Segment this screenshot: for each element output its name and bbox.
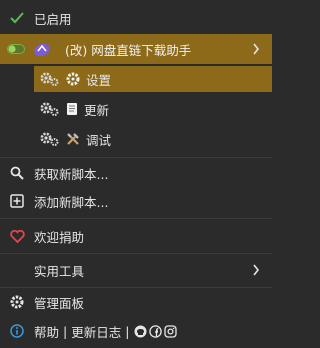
enabled-toggle-row[interactable]: 已启用 [0, 6, 272, 30]
search-icon [9, 166, 25, 180]
script-command-debug[interactable]: 调试 [34, 126, 272, 152]
footer-row: 帮助 | 更新日志 | [0, 319, 272, 343]
debug-label: 调试 [86, 132, 112, 148]
checkmark-icon [9, 12, 25, 24]
enabled-label: 已启用 [34, 11, 72, 27]
toggle-on-icon[interactable] [7, 44, 25, 54]
divider [0, 218, 272, 219]
utilities-label: 实用工具 [34, 263, 85, 279]
donate-item[interactable]: 欢迎捐助 [0, 223, 272, 249]
update-label: 更新 [84, 102, 110, 118]
utilities-item[interactable]: 实用工具 [0, 257, 272, 283]
settings-label: 设置 [86, 72, 112, 88]
facebook-icon[interactable] [148, 324, 162, 338]
instagram-icon[interactable] [163, 324, 177, 338]
add-script-item[interactable]: 添加新脚本... [0, 189, 272, 213]
dashboard-label: 管理面板 [34, 295, 85, 311]
divider [0, 253, 272, 254]
footer-separator: | [63, 323, 68, 339]
info-icon [9, 324, 25, 338]
footer-separator: | [125, 323, 130, 339]
script-icon [33, 41, 51, 57]
chevron-right-icon [252, 43, 260, 55]
dashboard-item[interactable]: 管理面板 [0, 290, 272, 314]
github-icon[interactable] [133, 325, 147, 338]
script-name: (改) 网盘直链下载助手 [65, 42, 192, 58]
find-scripts-item[interactable]: 获取新脚本... [0, 161, 272, 185]
script-item-row[interactable]: (改) 网盘直链下载助手 [0, 34, 272, 64]
divider [0, 287, 272, 288]
gear-icon [66, 72, 80, 86]
tools-icon [66, 132, 80, 146]
divider [0, 157, 272, 158]
document-icon [66, 102, 78, 116]
script-command-settings[interactable]: 设置 [34, 66, 272, 92]
help-link[interactable]: 帮助 [34, 322, 59, 341]
donate-label: 欢迎捐助 [34, 229, 85, 245]
gears-icon [40, 101, 60, 117]
chevron-right-icon [252, 264, 260, 276]
add-script-label: 添加新脚本... [34, 194, 109, 210]
script-command-update[interactable]: 更新 [34, 96, 272, 122]
gear-icon [9, 295, 25, 309]
gears-icon [40, 131, 60, 147]
plus-box-icon [9, 194, 25, 208]
find-scripts-label: 获取新脚本... [34, 166, 109, 182]
heart-icon [9, 229, 25, 243]
changelog-link[interactable]: 更新日志 [71, 322, 121, 341]
gears-icon [40, 71, 60, 87]
